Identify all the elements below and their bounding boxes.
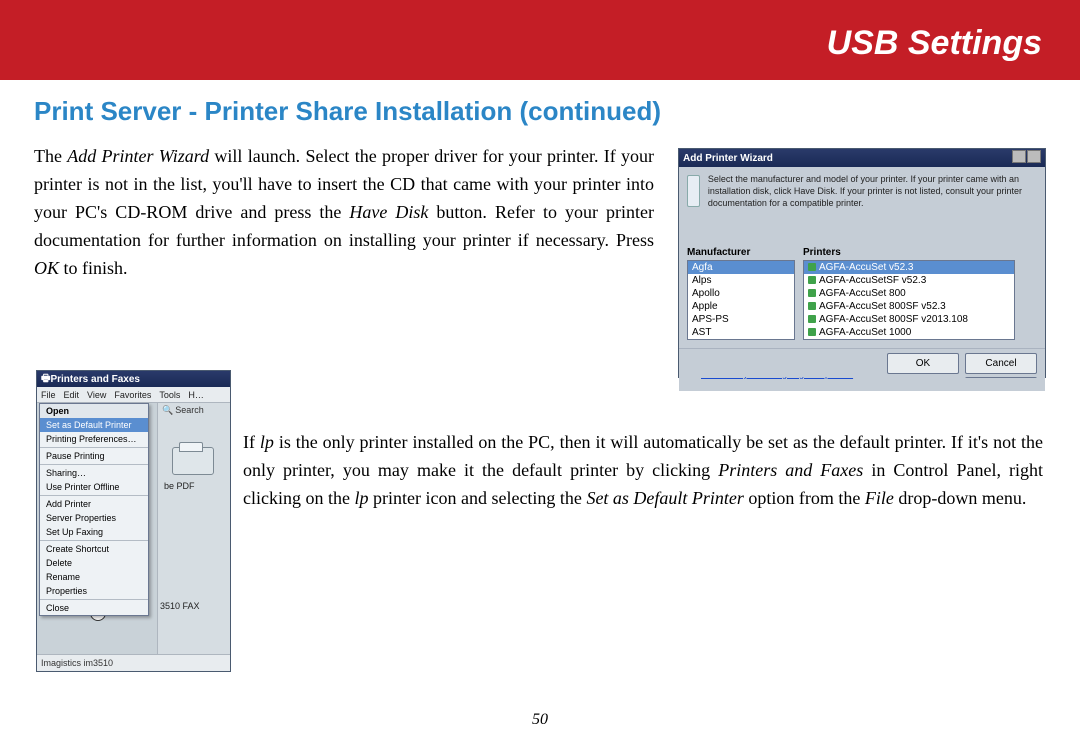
list-item[interactable]: AST xyxy=(688,326,794,339)
em-set-as-default: Set as Default Printer xyxy=(586,488,743,508)
list-item[interactable]: AGFA-AccuSet v52.3 xyxy=(804,261,1014,274)
wizard-title: Add Printer Wizard xyxy=(683,153,773,164)
em-have-disk: Have Disk xyxy=(349,202,428,222)
text: The xyxy=(34,146,67,166)
text: drop-down menu. xyxy=(894,488,1026,508)
close-icon[interactable] xyxy=(1027,150,1041,163)
text: printer icon and selecting the xyxy=(369,488,587,508)
menu-sharing[interactable]: Sharing… xyxy=(40,466,148,480)
list-item[interactable]: Apollo xyxy=(688,287,794,300)
file-dropdown-menu: Open Set as Default Printer Printing Pre… xyxy=(39,403,149,616)
window-buttons xyxy=(1011,150,1041,166)
header-title: USB Settings xyxy=(827,24,1042,63)
page-number: 50 xyxy=(0,711,1080,729)
menu-printing-prefs[interactable]: Printing Preferences… xyxy=(40,432,148,446)
menu-properties[interactable]: Properties xyxy=(40,584,148,598)
text: to finish. xyxy=(59,258,128,278)
em-file: File xyxy=(865,488,894,508)
menu-delete[interactable]: Delete xyxy=(40,556,148,570)
em-ok: OK xyxy=(34,258,59,278)
em-printers-and-faxes: Printers and Faxes xyxy=(718,460,863,480)
ok-button[interactable]: OK xyxy=(887,353,959,374)
window-body: Search be PDF 3510 FAX Open Set as Defau… xyxy=(37,403,230,654)
paragraph-2: If lp is the only printer installed on t… xyxy=(243,428,1043,512)
list-item[interactable]: Alps xyxy=(688,274,794,287)
menu-rename[interactable]: Rename xyxy=(40,570,148,584)
manufacturer-list[interactable]: Agfa Alps Apollo Apple APS-PS AST xyxy=(687,260,795,340)
printers-label: Printers xyxy=(803,247,1015,258)
menu-pause-printing[interactable]: Pause Printing xyxy=(40,449,148,463)
printers-list[interactable]: AGFA-AccuSet v52.3 AGFA-AccuSetSF v52.3 … xyxy=(803,260,1015,340)
em-add-printer-wizard: Add Printer Wizard xyxy=(67,146,209,166)
menu-edit[interactable]: Edit xyxy=(64,390,80,400)
wizard-header: Select the manufacturer and model of you… xyxy=(679,167,1045,243)
manufacturer-label: Manufacturer xyxy=(687,247,795,258)
search-label[interactable]: Search xyxy=(162,405,204,416)
text: If xyxy=(243,432,260,452)
help-icon[interactable] xyxy=(1012,150,1026,163)
printer-label: 3510 FAX xyxy=(160,601,240,611)
menu-tools[interactable]: Tools xyxy=(159,390,180,400)
menu-set-default[interactable]: Set as Default Printer xyxy=(40,418,148,432)
paragraph-1: The Add Printer Wizard will launch. Sele… xyxy=(34,142,654,282)
figure-printers-and-faxes: 🖶 Printers and Faxes File Edit View Favo… xyxy=(36,370,231,672)
right-pane: Search be PDF 3510 FAX xyxy=(157,403,230,654)
list-item[interactable]: AGFA-AccuSet 800SF v52.3 xyxy=(804,300,1014,313)
status-bar: Imagistics im3510 xyxy=(37,654,230,671)
list-item[interactable]: Agfa xyxy=(688,261,794,274)
printer-icon[interactable] xyxy=(172,441,216,477)
list-item[interactable]: Apple xyxy=(688,300,794,313)
window-title: Printers and Faxes xyxy=(50,374,139,385)
list-item[interactable]: AGFA-AccuSet 800SF v2013.108 xyxy=(804,313,1014,326)
list-item[interactable]: APS-PS xyxy=(688,313,794,326)
menu-favorites[interactable]: Favorites xyxy=(114,390,151,400)
menu-server-properties[interactable]: Server Properties xyxy=(40,511,148,525)
menu-create-shortcut[interactable]: Create Shortcut xyxy=(40,542,148,556)
wizard-action-bar: OK Cancel xyxy=(679,348,1045,377)
section-title: Print Server - Printer Share Installatio… xyxy=(34,96,661,127)
em-lp: lp xyxy=(354,488,368,508)
window-menubar: File Edit View Favorites Tools H… xyxy=(37,387,230,403)
menu-setup-faxing[interactable]: Set Up Faxing xyxy=(40,525,148,539)
printer-icon xyxy=(687,175,700,207)
printer-label: be PDF xyxy=(164,481,244,491)
em-lp: lp xyxy=(260,432,274,452)
wizard-body: Manufacturer Agfa Alps Apollo Apple APS-… xyxy=(679,243,1045,357)
list-item[interactable]: AGFA-AccuSet 1000 xyxy=(804,326,1014,339)
menu-use-offline[interactable]: Use Printer Offline xyxy=(40,480,148,494)
menu-view[interactable]: View xyxy=(87,390,106,400)
wizard-instruction: Select the manufacturer and model of you… xyxy=(708,173,1037,237)
menu-file[interactable]: File xyxy=(41,390,56,400)
window-titlebar: 🖶 Printers and Faxes xyxy=(37,371,230,387)
list-item[interactable]: AGFA-AccuSet 800 xyxy=(804,287,1014,300)
text: option from the xyxy=(744,488,865,508)
cancel-button[interactable]: Cancel xyxy=(965,353,1037,374)
figure-add-printer-wizard: Add Printer Wizard Select the manufactur… xyxy=(678,148,1046,378)
menu-close[interactable]: Close xyxy=(40,601,148,615)
wizard-titlebar: Add Printer Wizard xyxy=(679,149,1045,167)
menu-add-printer[interactable]: Add Printer xyxy=(40,497,148,511)
list-item[interactable]: AGFA-AccuSetSF v52.3 xyxy=(804,274,1014,287)
menu-help[interactable]: H… xyxy=(188,390,204,400)
menu-open[interactable]: Open xyxy=(40,404,148,418)
